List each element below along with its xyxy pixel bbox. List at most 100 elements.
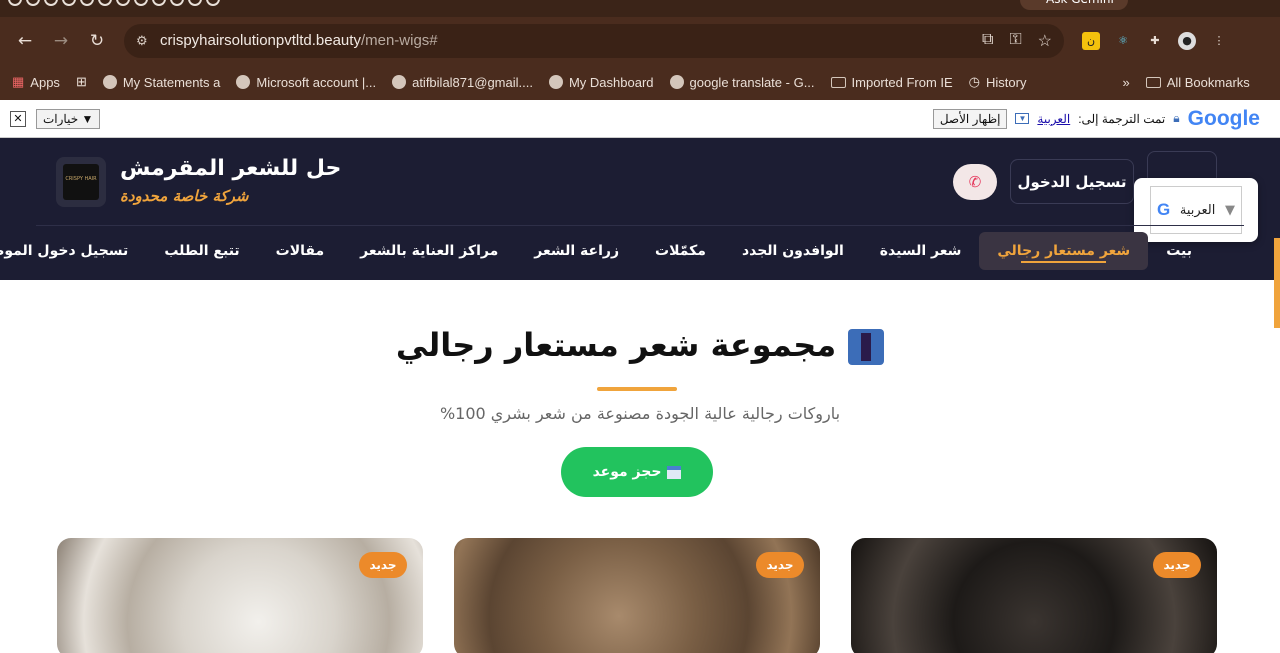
extensions-puzzle-icon[interactable]: ✚	[1146, 32, 1164, 50]
globe-icon	[548, 75, 563, 89]
translate-language-link[interactable]: العربية	[1037, 112, 1070, 126]
nav-item-staff-login[interactable]: تسجيل دخول الموظفين	[0, 232, 146, 270]
product-card[interactable]: جديد	[454, 538, 820, 653]
tab-favicon-icon[interactable]	[152, 0, 166, 6]
password-key-icon[interactable]: ⚿	[1009, 31, 1021, 51]
tab-favicon-icon[interactable]	[188, 0, 202, 6]
apps-grid-icon: ▦	[12, 74, 25, 89]
page-title-text: مجموعة شعر مستعار رجالي	[395, 326, 837, 364]
main-content: مجموعة شعر مستعار رجالي باروكات رجالية ع…	[0, 280, 1280, 653]
bookmark-item[interactable]: My Statements a	[102, 75, 220, 90]
all-bookmarks[interactable]: All Bookmarks	[1145, 75, 1250, 90]
tab-favicon-icon[interactable]	[44, 0, 58, 6]
chevron-down-icon: ▼	[1224, 202, 1235, 218]
translate-options-button[interactable]: خيارات ▼	[36, 108, 101, 129]
product-card[interactable]: جديد	[851, 538, 1217, 653]
tab-groups-icon: ⊞	[75, 74, 87, 89]
language-dropdown-icon[interactable]: ▼	[1015, 113, 1030, 124]
bookmark-item[interactable]: My Dashboard	[548, 75, 654, 90]
site: CRISPY HAIR حل للشعر المقرمش شركة خاصة م…	[0, 138, 1280, 653]
book-appointment-button[interactable]: حجز موعد	[561, 447, 713, 497]
bookmark-item[interactable]: atifbilal871@gmail....	[392, 75, 533, 90]
url-host: crispyhairsolutionpvtltd.beauty	[160, 32, 361, 49]
folder-icon	[1145, 76, 1161, 88]
bookmark-folder[interactable]: Imported From IE	[830, 75, 953, 90]
logo-mark: CRISPY HAIR	[63, 164, 99, 200]
nav-item-articles[interactable]: مقالات	[258, 232, 343, 270]
bookmark-item[interactable]: ⊞	[76, 74, 87, 90]
title-underline	[597, 387, 677, 391]
folder-icon	[830, 76, 846, 88]
page-subtitle: باروكات رجالية عالية الجودة مصنوعة من شع…	[439, 404, 841, 423]
new-badge: جديد	[756, 552, 804, 578]
profile-avatar-icon[interactable]: ●	[1178, 31, 1196, 50]
calendar-icon	[667, 465, 682, 479]
nav-item-men-wigs[interactable]: شعر مستعار رجالي	[979, 232, 1149, 270]
language-select-value: العربية	[1179, 202, 1216, 218]
bookmark-star-icon[interactable]: ☆	[1038, 31, 1052, 51]
scrollbar-thumb[interactable]	[1274, 238, 1280, 328]
page-title: مجموعة شعر مستعار رجالي	[0, 326, 1280, 365]
extensions-area: ن ⚛ ✚ ● ⋮	[1082, 31, 1228, 50]
tab-favicon-icon[interactable]	[80, 0, 94, 6]
tab-favicon-icon[interactable]	[98, 0, 112, 6]
site-header: CRISPY HAIR حل للشعر المقرمش شركة خاصة م…	[0, 138, 1280, 280]
nav-item-new-arrivals[interactable]: الوافدون الجدد	[724, 232, 862, 270]
tab-favicon-icon[interactable]	[62, 0, 76, 6]
nav-item-hair-transplant[interactable]: زراعة الشعر	[516, 232, 637, 270]
browser-menu-icon[interactable]: ⋮	[1210, 32, 1228, 50]
nav-item-track-order[interactable]: تتبع الطلب	[146, 232, 257, 270]
nav-item-supplements[interactable]: مكمّلات	[637, 232, 724, 270]
globe-icon	[669, 75, 684, 89]
tab-favicon-icon[interactable]	[206, 0, 220, 6]
tab-favicon-icon[interactable]	[134, 0, 148, 6]
react-devtools-icon[interactable]: ⚛	[1114, 32, 1132, 50]
bookmark-apps[interactable]: ▦ Apps	[12, 74, 60, 90]
history-clock-icon: ◷	[968, 74, 981, 89]
show-original-button[interactable]: إظهار الأصل	[932, 108, 1008, 129]
translated-to-label: تمت الترجمة إلى:	[1078, 111, 1166, 126]
globe-icon	[236, 75, 251, 89]
login-button[interactable]: تسجيل الدخول	[1010, 159, 1134, 204]
google-logo: Google	[1187, 106, 1260, 130]
site-logo[interactable]: CRISPY HAIR	[56, 157, 106, 207]
header-divider	[36, 225, 1244, 226]
close-icon[interactable]: ✕	[10, 110, 26, 127]
nav-item-hair-care-centers[interactable]: مراكز العناية بالشعر	[342, 232, 516, 270]
back-icon[interactable]: ←	[10, 26, 40, 56]
site-info-icon[interactable]: ⚙	[136, 33, 160, 49]
brand-tagline: شركة خاصة محدودة	[120, 187, 249, 205]
extension-icon[interactable]: ن	[1082, 31, 1100, 50]
ask-gemini-button[interactable]: Ask Gemini	[1020, 0, 1128, 10]
bookmarks-overflow-icon[interactable]: »	[1122, 75, 1129, 90]
lock-icon: 🔒︎	[1173, 111, 1180, 125]
tab-favicon-icon[interactable]	[170, 0, 184, 6]
browser-toolbar: ← → ↻ ⚙ crispyhairsolutionpvtltd.beauty …	[0, 17, 1280, 64]
tab-favicon-icon[interactable]	[26, 0, 40, 6]
bookmarks-bar: ▦ Apps ⊞ My Statements a Microsoft accoun…	[0, 64, 1280, 100]
brand-block: حل للشعر المقرمش شركة خاصة محدودة	[120, 156, 341, 205]
address-bar[interactable]: ⚙ crispyhairsolutionpvtltd.beauty /men-w…	[124, 23, 1064, 58]
google-translate-bar: ✕ خيارات ▼ Google 🔒︎ تمت الترجمة إلى: ال…	[0, 100, 1280, 138]
tab-favicons[interactable]	[8, 0, 220, 6]
phone-icon[interactable]: ✆	[953, 164, 997, 200]
main-nav: بيت شعر مستعار رجالي شعر السيدة الوافدون…	[0, 232, 1210, 270]
brand-name: حل للشعر المقرمش	[120, 156, 342, 181]
install-app-icon[interactable]: ⧉	[982, 31, 993, 51]
suit-tie-icon	[848, 329, 885, 365]
bookmark-history[interactable]: ◷ History	[969, 74, 1027, 90]
url-path: /men-wigs#	[360, 32, 438, 49]
nav-item-women-hair[interactable]: شعر السيدة	[862, 232, 980, 270]
bookmark-item[interactable]: Microsoft account |...	[236, 75, 376, 90]
nav-item-home[interactable]: بيت	[1148, 232, 1210, 270]
google-g-icon: G	[1157, 200, 1171, 219]
tab-favicon-icon[interactable]	[116, 0, 130, 6]
product-card[interactable]: جديد	[57, 538, 423, 653]
bookmark-item[interactable]: google translate - G...	[669, 75, 815, 90]
forward-icon[interactable]: →	[46, 26, 76, 56]
reload-icon[interactable]: ↻	[82, 26, 112, 56]
language-select[interactable]: G العربية ▼	[1150, 186, 1242, 234]
globe-icon	[392, 75, 407, 89]
new-badge: جديد	[359, 552, 407, 578]
tab-favicon-icon[interactable]	[8, 0, 22, 6]
